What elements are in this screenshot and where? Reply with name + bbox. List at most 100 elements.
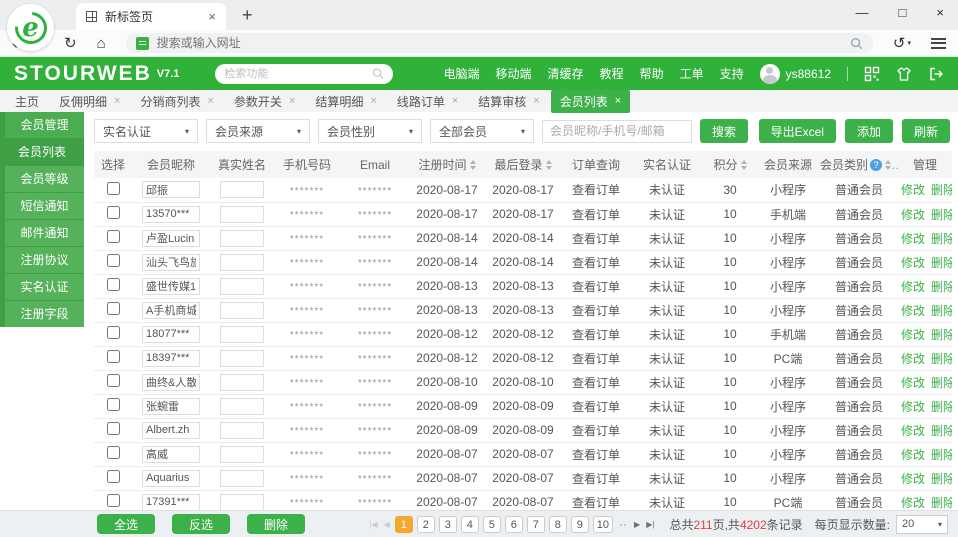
nickname-input[interactable] [142,446,200,463]
home-icon[interactable]: ⌂ [97,36,106,51]
view-orders-link[interactable]: 查看订单 [572,352,620,366]
view-orders-link[interactable]: 查看订单 [572,448,620,462]
prev-page-icon[interactable]: ◀ [383,520,391,529]
reload-icon[interactable]: ↻ [64,36,77,51]
menu-icon[interactable] [931,38,946,49]
function-search-box[interactable] [215,64,393,84]
page-button-7[interactable]: 7 [527,516,545,533]
nickname-input[interactable] [142,374,200,391]
tab-close-icon[interactable]: × [370,95,376,107]
row-checkbox[interactable] [107,374,120,387]
view-orders-link[interactable]: 查看订单 [572,496,620,510]
search-button[interactable]: 搜索 [700,119,748,143]
edit-link[interactable]: 修改 [901,400,925,414]
workspace-tab-结算审核[interactable]: 结算审核× [469,90,548,113]
filter-select-全部会员[interactable]: 全部会员▾ [430,119,534,143]
logout-icon[interactable] [928,66,944,82]
function-search-input[interactable] [224,68,366,80]
delete-link[interactable]: 删除 [931,183,952,197]
row-checkbox[interactable] [107,206,120,219]
realname-input[interactable] [220,350,264,367]
workspace-tab-结算明细[interactable]: 结算明细× [306,90,385,113]
row-checkbox[interactable] [107,230,120,243]
nickname-input[interactable] [142,422,200,439]
realname-input[interactable] [220,374,264,391]
nickname-input[interactable] [142,326,200,343]
page-button-1[interactable]: 1 [395,516,413,533]
edit-link[interactable]: 修改 [901,376,925,390]
edit-link[interactable]: 修改 [901,183,925,197]
nickname-input[interactable] [142,206,200,223]
row-checkbox[interactable] [107,494,120,507]
view-orders-link[interactable]: 查看订单 [572,304,620,318]
delete-link[interactable]: 删除 [931,376,952,390]
nickname-input[interactable] [142,181,200,198]
view-orders-link[interactable]: 查看订单 [572,208,620,222]
nickname-input[interactable] [142,398,200,415]
realname-input[interactable] [220,206,264,223]
sidebar-item-会员等级[interactable]: 会员等级 [5,166,84,192]
workspace-tab-主页[interactable]: 主页 [6,90,48,113]
delete-link[interactable]: 删除 [931,424,952,438]
workspace-tab-线路订单[interactable]: 线路订单× [388,90,467,113]
row-checkbox[interactable] [107,350,120,363]
nickname-input[interactable] [142,494,200,511]
nickname-input[interactable] [142,254,200,271]
first-page-icon[interactable]: |◀ [368,520,378,529]
edit-link[interactable]: 修改 [901,496,925,510]
per-page-select[interactable]: 20 ▾ [896,515,948,534]
row-checkbox[interactable] [107,254,120,267]
export-excel-button[interactable]: 导出Excel [759,119,836,143]
page-button-10[interactable]: 10 [593,516,613,533]
add-member-button[interactable]: 添加 [845,119,893,143]
filter-select-实名认证[interactable]: 实名认证▾ [94,119,198,143]
browser-tab[interactable]: 新标签页 × [76,3,226,30]
view-orders-link[interactable]: 查看订单 [572,183,620,197]
realname-input[interactable] [220,398,264,415]
realname-input[interactable] [220,230,264,247]
close-icon[interactable]: × [936,5,944,20]
workspace-tab-会员列表[interactable]: 会员列表× [551,90,630,113]
theme-shirt-icon[interactable] [896,66,912,82]
workspace-tab-反佣明细[interactable]: 反佣明细× [50,90,129,113]
delete-link[interactable]: 删除 [931,448,952,462]
history-undo-button[interactable]: ↺ ▾ [893,34,911,52]
realname-input[interactable] [220,446,264,463]
page-button-2[interactable]: 2 [417,516,435,533]
user-menu[interactable]: ys88612 [760,64,831,84]
realname-input[interactable] [220,422,264,439]
realname-input[interactable] [220,181,264,198]
view-orders-link[interactable]: 查看订单 [572,472,620,486]
page-button-3[interactable]: 3 [439,516,457,533]
view-orders-link[interactable]: 查看订单 [572,376,620,390]
row-checkbox[interactable] [107,422,120,435]
header-nav-link[interactable]: 教程 [600,65,624,82]
delete-link[interactable]: 删除 [931,208,952,222]
nickname-input[interactable] [142,230,200,247]
delete-link[interactable]: 删除 [931,472,952,486]
realname-input[interactable] [220,470,264,487]
minimize-icon[interactable]: — [856,5,869,20]
view-orders-link[interactable]: 查看订单 [572,280,620,294]
page-button-9[interactable]: 9 [571,516,589,533]
last-page-icon[interactable]: ▶| [645,520,655,529]
workspace-tab-参数开关[interactable]: 参数开关× [225,90,304,113]
nickname-input[interactable] [142,470,200,487]
page-button-6[interactable]: 6 [505,516,523,533]
realname-input[interactable] [220,278,264,295]
delete-link[interactable]: 删除 [931,496,952,510]
realname-input[interactable] [220,326,264,343]
address-input[interactable] [157,36,842,50]
edit-link[interactable]: 修改 [901,304,925,318]
filter-select-会员性别[interactable]: 会员性别▾ [318,119,422,143]
tab-close-icon[interactable]: × [289,95,295,107]
nickname-input[interactable] [142,278,200,295]
search-icon[interactable] [372,67,384,80]
edit-link[interactable]: 修改 [901,232,925,246]
sort-icon[interactable] [741,160,747,170]
sidebar-item-注册协议[interactable]: 注册协议 [5,247,84,273]
delete-link[interactable]: 删除 [931,280,952,294]
view-orders-link[interactable]: 查看订单 [572,328,620,342]
page-button-8[interactable]: 8 [549,516,567,533]
edit-link[interactable]: 修改 [901,424,925,438]
